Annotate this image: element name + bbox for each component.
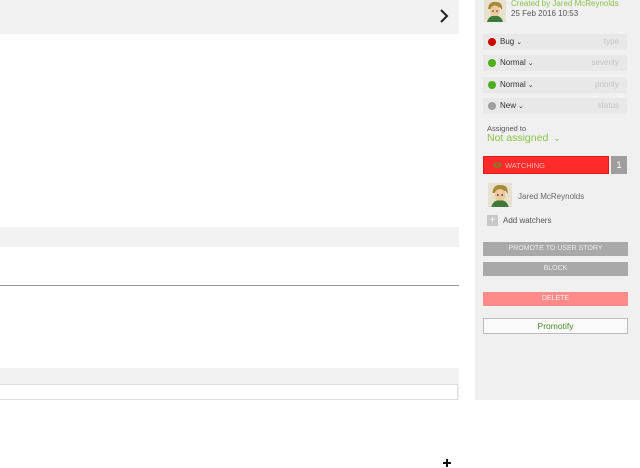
issue-header-bar [0,0,459,34]
priority-field[interactable]: Normal ⌄ priority [483,77,627,93]
chevron-down-icon: ⌄ [516,39,523,46]
watchers-count[interactable]: 1 [611,156,627,174]
watcher-avatar [488,183,512,207]
add-watchers-label: Add watchers [503,216,552,225]
comment-input-box[interactable] [0,384,458,400]
content-divider [0,285,459,286]
status-field[interactable]: New ⌄ status [483,98,627,114]
created-date: 25 Feb 2016 10:53 [511,9,579,18]
type-label: type [603,37,619,46]
severity-status-dot [488,59,496,67]
add-watchers-button[interactable]: + Add watchers [487,215,607,227]
status-value: New [500,101,517,110]
status-status-dot [488,102,496,110]
main-content [0,0,475,467]
chevron-down-icon: ⌄ [518,103,524,110]
promote-to-user-story-button[interactable]: PROMOTE TO USER STORY [483,242,628,256]
chevron-right-icon[interactable] [438,8,450,24]
assigned-to-value: Not assigned [487,132,549,144]
chevron-down-icon: ⌄ [527,82,534,89]
delete-button[interactable]: DELETE [483,292,628,306]
type-value: Bug [500,37,515,46]
plus-icon: + [487,215,498,226]
chevron-down-icon: ⌄ [553,133,561,143]
plus-icon[interactable] [442,458,452,468]
status-label: status [597,101,619,110]
severity-label: severity [591,58,619,67]
assigned-to-dropdown[interactable]: Not assigned ⌄ [487,132,561,144]
created-by-link[interactable]: Created by Jared McReynolds [511,0,619,8]
creator-info: Created by Jared McReynolds 25 Feb 2016 … [484,0,634,22]
block-button[interactable]: BLOCK [483,262,628,276]
watcher-name: Jared McReynolds [518,192,585,201]
watcher-item: Jared McReynolds [488,183,628,207]
severity-value: Normal [500,58,526,67]
eye-icon [493,162,502,168]
type-status-dot [488,38,496,46]
priority-status-dot [488,81,496,89]
section-header-bar [0,227,459,467]
chevron-down-icon: ⌄ [527,60,534,67]
priority-label: priority [594,80,619,89]
watching-label: WATCHING [505,161,545,170]
watching-button[interactable]: WATCHING [483,156,609,174]
promotify-button[interactable]: Promotify [483,318,628,334]
priority-value: Normal [500,80,526,89]
type-field[interactable]: Bug ⌄ type [483,34,627,50]
creator-avatar [484,0,506,22]
severity-field[interactable]: Normal ⌄ severity [483,55,627,71]
